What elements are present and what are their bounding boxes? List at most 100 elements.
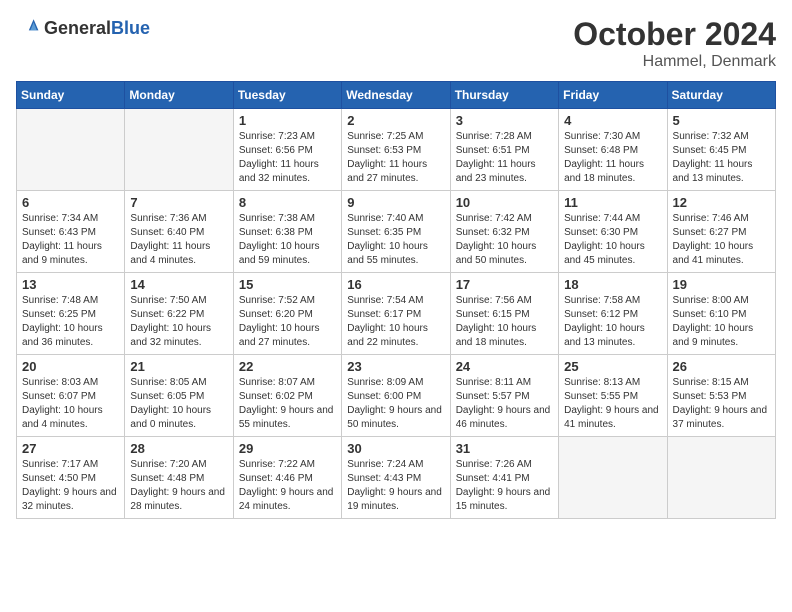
calendar-cell: 1 Sunrise: 7:23 AMSunset: 6:56 PMDaylight… — [233, 109, 341, 191]
day-info: Sunrise: 7:48 AMSunset: 6:25 PMDaylight:… — [22, 294, 119, 350]
day-info: Sunrise: 7:46 AMSunset: 6:27 PMDaylight:… — [673, 212, 770, 268]
calendar-cell: 15Sunrise: 7:52 AMSunset: 6:20 PMDayligh… — [233, 273, 341, 355]
week-row-5: 27 Sunrise: 7:17 AMSunset: 4:50 PMDayligh… — [17, 437, 776, 519]
calendar-cell — [125, 109, 233, 191]
day-info: Sunrise: 7:44 AMSunset: 6:30 PMDaylight:… — [564, 212, 661, 268]
calendar-cell: 18Sunrise: 7:58 AMSunset: 6:12 PMDayligh… — [559, 273, 667, 355]
day-number: 8 — [239, 195, 336, 210]
day-number: 10 — [456, 195, 553, 210]
day-number: 5 — [673, 113, 770, 128]
day-header-tuesday: Tuesday — [233, 82, 341, 109]
day-number: 1 — [239, 113, 336, 128]
calendar-cell: 4 Sunrise: 7:30 AMSunset: 6:48 PMDaylight… — [559, 109, 667, 191]
day-info: Sunrise: 8:07 AMSunset: 6:02 PMDaylight:… — [239, 376, 336, 432]
day-info: Sunrise: 7:38 AMSunset: 6:38 PMDaylight:… — [239, 212, 336, 268]
day-number: 20 — [22, 359, 119, 374]
week-row-3: 13 Sunrise: 7:48 AMSunset: 6:25 PMDayligh… — [17, 273, 776, 355]
day-number: 19 — [673, 277, 770, 292]
day-number: 28 — [130, 441, 227, 456]
day-info: Sunrise: 7:50 AMSunset: 6:22 PMDaylight:… — [130, 294, 227, 350]
day-info: Sunrise: 7:20 AMSunset: 4:48 PMDaylight:… — [130, 458, 227, 514]
day-number: 24 — [456, 359, 553, 374]
logo-text-general: General — [44, 18, 111, 38]
calendar-cell: 25Sunrise: 8:13 AMSunset: 5:55 PMDayligh… — [559, 355, 667, 437]
day-number: 30 — [347, 441, 444, 456]
calendar-cell: 12 Sunrise: 7:46 AMSunset: 6:27 PMDayligh… — [667, 191, 775, 273]
calendar-cell: 26 Sunrise: 8:15 AMSunset: 5:53 PMDayligh… — [667, 355, 775, 437]
location-title: Hammel, Denmark — [573, 53, 776, 71]
day-number: 17 — [456, 277, 553, 292]
day-number: 23 — [347, 359, 444, 374]
day-number: 27 — [22, 441, 119, 456]
day-number: 13 — [22, 277, 119, 292]
day-info: Sunrise: 7:23 AMSunset: 6:56 PMDaylight:… — [239, 130, 336, 186]
week-row-4: 20 Sunrise: 8:03 AMSunset: 6:07 PMDayligh… — [17, 355, 776, 437]
day-header-sunday: Sunday — [17, 82, 125, 109]
day-info: Sunrise: 8:11 AMSunset: 5:57 PMDaylight:… — [456, 376, 553, 432]
day-info: Sunrise: 7:28 AMSunset: 6:51 PMDaylight:… — [456, 130, 553, 186]
calendar-cell: 29 Sunrise: 7:22 AMSunset: 4:46 PMDayligh… — [233, 437, 341, 519]
day-number: 3 — [456, 113, 553, 128]
calendar-cell — [559, 437, 667, 519]
day-info: Sunrise: 8:05 AMSunset: 6:05 PMDaylight:… — [130, 376, 227, 432]
day-number: 4 — [564, 113, 661, 128]
day-number: 22 — [239, 359, 336, 374]
day-info: Sunrise: 7:36 AMSunset: 6:40 PMDaylight:… — [130, 212, 227, 268]
day-header-monday: Monday — [125, 82, 233, 109]
day-info: Sunrise: 7:40 AMSunset: 6:35 PMDaylight:… — [347, 212, 444, 268]
day-info: Sunrise: 7:17 AMSunset: 4:50 PMDaylight:… — [22, 458, 119, 514]
day-info: Sunrise: 7:54 AMSunset: 6:17 PMDaylight:… — [347, 294, 444, 350]
day-info: Sunrise: 8:13 AMSunset: 5:55 PMDaylight:… — [564, 376, 661, 432]
calendar-cell: 7 Sunrise: 7:36 AMSunset: 6:40 PMDaylight… — [125, 191, 233, 273]
calendar-cell: 10 Sunrise: 7:42 AMSunset: 6:32 PMDayligh… — [450, 191, 558, 273]
month-title: October 2024 — [573, 16, 776, 53]
calendar-cell: 8 Sunrise: 7:38 AMSunset: 6:38 PMDaylight… — [233, 191, 341, 273]
day-info: Sunrise: 8:00 AMSunset: 6:10 PMDaylight:… — [673, 294, 770, 350]
calendar-cell: 23 Sunrise: 8:09 AMSunset: 6:00 PMDayligh… — [342, 355, 450, 437]
calendar-cell: 20 Sunrise: 8:03 AMSunset: 6:07 PMDayligh… — [17, 355, 125, 437]
logo-text-blue: Blue — [111, 18, 150, 38]
calendar-cell: 30Sunrise: 7:24 AMSunset: 4:43 PMDayligh… — [342, 437, 450, 519]
calendar-cell: 27 Sunrise: 7:17 AMSunset: 4:50 PMDayligh… — [17, 437, 125, 519]
calendar-cell: 13 Sunrise: 7:48 AMSunset: 6:25 PMDayligh… — [17, 273, 125, 355]
day-info: Sunrise: 7:34 AMSunset: 6:43 PMDaylight:… — [22, 212, 119, 268]
calendar-cell: 11Sunrise: 7:44 AMSunset: 6:30 PMDayligh… — [559, 191, 667, 273]
calendar-cell: 21 Sunrise: 8:05 AMSunset: 6:05 PMDayligh… — [125, 355, 233, 437]
day-info: Sunrise: 8:15 AMSunset: 5:53 PMDaylight:… — [673, 376, 770, 432]
calendar-cell: 24 Sunrise: 8:11 AMSunset: 5:57 PMDayligh… — [450, 355, 558, 437]
day-number: 12 — [673, 195, 770, 210]
calendar-table: SundayMondayTuesdayWednesdayThursdayFrid… — [16, 81, 776, 519]
day-number: 26 — [673, 359, 770, 374]
week-row-2: 6 Sunrise: 7:34 AMSunset: 6:43 PMDaylight… — [17, 191, 776, 273]
day-info: Sunrise: 7:56 AMSunset: 6:15 PMDaylight:… — [456, 294, 553, 350]
calendar-cell: 19 Sunrise: 8:00 AMSunset: 6:10 PMDayligh… — [667, 273, 775, 355]
day-info: Sunrise: 7:30 AMSunset: 6:48 PMDaylight:… — [564, 130, 661, 186]
day-number: 16 — [347, 277, 444, 292]
day-info: Sunrise: 8:09 AMSunset: 6:00 PMDaylight:… — [347, 376, 444, 432]
calendar-cell: 5 Sunrise: 7:32 AMSunset: 6:45 PMDaylight… — [667, 109, 775, 191]
header-row: SundayMondayTuesdayWednesdayThursdayFrid… — [17, 82, 776, 109]
day-header-thursday: Thursday — [450, 82, 558, 109]
logo-icon — [16, 16, 40, 40]
calendar-cell: 22 Sunrise: 8:07 AMSunset: 6:02 PMDayligh… — [233, 355, 341, 437]
day-info: Sunrise: 7:42 AMSunset: 6:32 PMDaylight:… — [456, 212, 553, 268]
day-number: 18 — [564, 277, 661, 292]
day-info: Sunrise: 7:25 AMSunset: 6:53 PMDaylight:… — [347, 130, 444, 186]
calendar-cell: 14 Sunrise: 7:50 AMSunset: 6:22 PMDayligh… — [125, 273, 233, 355]
calendar-cell — [667, 437, 775, 519]
calendar-cell: 9Sunrise: 7:40 AMSunset: 6:35 PMDaylight… — [342, 191, 450, 273]
day-info: Sunrise: 7:22 AMSunset: 4:46 PMDaylight:… — [239, 458, 336, 514]
day-number: 6 — [22, 195, 119, 210]
day-number: 29 — [239, 441, 336, 456]
calendar-cell: 31Sunrise: 7:26 AMSunset: 4:41 PMDayligh… — [450, 437, 558, 519]
day-number: 7 — [130, 195, 227, 210]
logo: GeneralBlue — [16, 16, 150, 40]
day-number: 21 — [130, 359, 227, 374]
day-info: Sunrise: 8:03 AMSunset: 6:07 PMDaylight:… — [22, 376, 119, 432]
day-info: Sunrise: 7:32 AMSunset: 6:45 PMDaylight:… — [673, 130, 770, 186]
calendar-cell: 3 Sunrise: 7:28 AMSunset: 6:51 PMDaylight… — [450, 109, 558, 191]
day-header-friday: Friday — [559, 82, 667, 109]
week-row-1: 1 Sunrise: 7:23 AMSunset: 6:56 PMDaylight… — [17, 109, 776, 191]
day-number: 14 — [130, 277, 227, 292]
calendar-cell: 17 Sunrise: 7:56 AMSunset: 6:15 PMDayligh… — [450, 273, 558, 355]
